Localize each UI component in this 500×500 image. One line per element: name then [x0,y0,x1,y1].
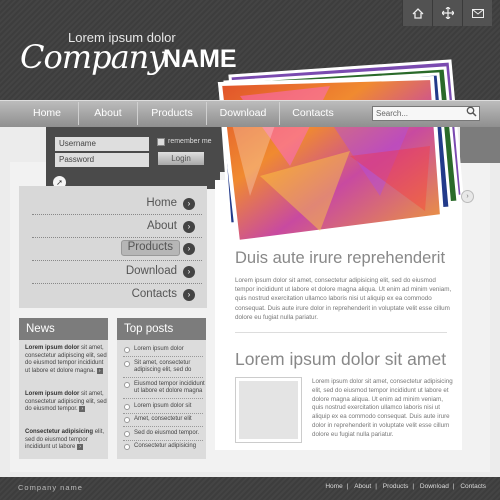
more-icon[interactable]: › [77,444,84,451]
divider [32,214,202,215]
footer-link-download[interactable]: Download [420,483,449,490]
bullet-icon [124,417,130,423]
divider [123,413,203,414]
menu-item-label: Products [120,240,180,256]
news-item-bold: Lorem ipsum dolor [25,391,80,397]
menu-item-label: About [146,220,177,232]
divider [32,237,202,238]
footer-separator: | [412,483,415,490]
post-item-label: Sit amet, consectetur adipiscing elit, s… [134,360,192,374]
nav-item-contacts[interactable]: Contacts [283,100,343,127]
footer-link-home[interactable]: Home [325,483,342,490]
chevron-right-icon: › [183,198,195,210]
news-item-bold: Consectetur adipisicing [25,429,94,435]
footer-links: Home | About | Products | Download | Contact… [323,483,488,490]
bullet-icon [124,431,130,437]
divider [235,332,447,333]
divider [123,356,203,357]
remember-checkbox[interactable] [157,138,165,146]
post-item-label: Consectetur adipisicing [134,443,197,449]
section-paragraph: Lorem ipsum dolor sit amet, consectetur … [312,378,453,438]
news-item[interactable]: Consectetur adipisicing elit, sed do eiu… [25,429,107,452]
news-item[interactable]: Lorem ipsum dolor sit amet, consectetur … [25,345,107,375]
more-icon[interactable]: › [96,367,103,374]
image-placeholder [235,377,302,443]
post-item[interactable]: Eiusmod tempor incididunt ut labore et d… [124,381,206,396]
footer-separator: | [375,483,377,490]
post-item[interactable]: Amet, consectetur elit [124,416,206,423]
chevron-right-icon: › [183,243,195,255]
nav-item-home[interactable]: Home [20,100,74,127]
menu-item-label: Home [146,197,177,209]
post-item-label: Sed do eiusmod tempor. [134,430,200,436]
remember-label: remember me [168,138,212,145]
menu-item-contacts[interactable]: Contacts › [19,285,207,305]
post-item[interactable]: Consectetur adipisicing [124,443,206,450]
news-title: News [19,318,108,340]
news-item[interactable]: Lorem ipsum dolor sit amet, consectetur … [25,391,107,414]
top-posts-title: Top posts [117,318,206,340]
menu-item-label: Download [125,265,177,277]
section-heading: Lorem ipsum dolor sit amet [235,349,447,369]
arrow-right-icon[interactable]: › [461,190,474,203]
nav-separator [279,102,280,125]
menu-item-products[interactable]: Products › [19,239,207,259]
search-icon[interactable] [463,106,480,121]
nav-item-products[interactable]: Products [139,100,205,127]
post-item-label: Eiusmod tempor incididunt ut labore et d… [134,381,205,395]
more-icon[interactable]: › [79,406,86,413]
post-item[interactable]: Sed do eiusmod tempor. [124,430,206,437]
footer-separator: | [346,483,349,490]
footer-link-contacts[interactable]: Contacts [460,483,486,490]
home-icon[interactable] [402,0,432,26]
username-field[interactable]: Username [55,137,149,151]
divider [32,283,202,284]
chevron-right-icon: › [183,221,195,233]
footer-company: Company name [18,483,83,492]
top-posts-panel [117,340,206,459]
bullet-icon [124,347,130,353]
logo-company[interactable]: Company [20,38,166,76]
nav-item-about[interactable]: About [80,100,136,127]
chevron-right-icon: › [183,266,195,278]
bullet-icon [124,444,130,450]
post-item-label: Lorem ipsum dolor [134,346,184,352]
nav-item-download[interactable]: Download [209,100,277,127]
news-item-bold: Lorem ipsum dolor [25,345,80,351]
menu-item-download[interactable]: Download › [19,262,207,282]
divider [123,398,203,399]
photo-stack [217,59,464,245]
mail-icon[interactable] [462,0,492,26]
divider [123,377,203,378]
login-button[interactable]: Login [158,152,204,165]
article-paragraph: Lorem ipsum dolor sit amet, consectetur … [235,277,452,321]
bullet-icon [124,404,130,410]
post-item[interactable]: Sit amet, consectetur adipiscing elit, s… [124,360,206,375]
divider [123,440,203,441]
menu-item-about[interactable]: About › [19,217,207,237]
divider [123,426,203,427]
footer-separator: | [452,483,455,490]
divider [32,260,202,261]
post-item-label: Amet, consectetur elit [134,416,192,422]
top-icon-bar [402,0,492,26]
nav-separator [206,102,207,125]
post-item-label: Lorem ipsum dolor sit [134,403,192,409]
chevron-right-icon: › [183,289,195,301]
password-field[interactable]: Password [55,153,149,167]
footer-link-about[interactable]: About [354,483,371,490]
menu-item-home[interactable]: Home › [19,194,207,214]
move-icon[interactable] [432,0,462,26]
footer-link-products[interactable]: Products [383,483,409,490]
bullet-icon [124,382,130,388]
nav-separator [137,102,138,125]
menu-item-label: Contacts [131,288,177,300]
bullet-icon [124,361,130,367]
post-item[interactable]: Lorem ipsum dolor sit [124,403,206,410]
article-heading: Duis aute irure reprehenderit [235,249,446,267]
nav-separator [78,102,79,125]
post-item[interactable]: Lorem ipsum dolor [124,346,206,353]
